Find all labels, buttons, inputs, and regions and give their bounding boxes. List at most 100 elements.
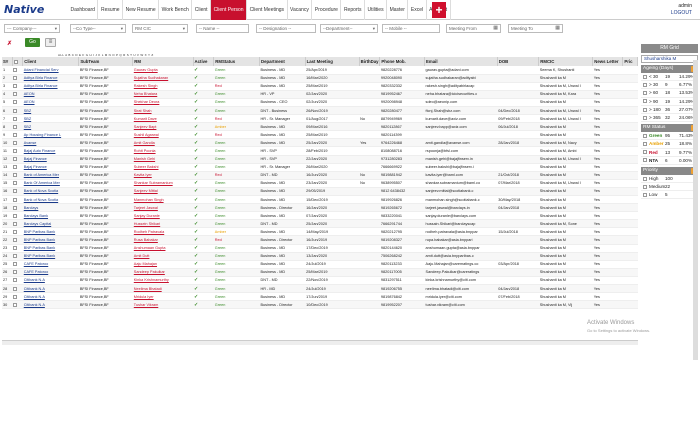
table-row[interactable]: 30 Citibank N.A BFSI Finance,BF Tushar Vikr…	[2, 300, 638, 310]
row-checkbox[interactable]	[13, 173, 18, 178]
rm-link[interactable]: Manish Gehi	[132, 155, 194, 164]
table-row[interactable]: 3 Aditya Birla Finance BFSI Finance,BF Rake…	[2, 82, 638, 91]
rm-link[interactable]: Rusa Babakar	[132, 235, 194, 245]
nav-item-reports[interactable]: Reports	[341, 0, 365, 20]
table-row[interactable]: 9 Ap Housing Finance L BFSI Finance,BF Sush…	[2, 130, 638, 140]
column-header[interactable]: Active	[193, 57, 215, 66]
client-link[interactable]: Bank of Nova Scotia	[22, 195, 79, 205]
rm-link[interactable]: Manmohan Singh	[132, 195, 194, 205]
add-button[interactable]: +	[432, 2, 446, 18]
row-checkbox[interactable]	[13, 262, 18, 267]
column-header[interactable]: Last Meeting	[305, 57, 360, 66]
client-link[interactable]: SBZ	[22, 106, 79, 116]
nav-item-new-resume[interactable]: New Resume	[123, 0, 160, 20]
row-checkbox[interactable]	[13, 189, 18, 194]
table-row[interactable]: 16 Bank of Nova Scotia BFSI Finance,BF Sanj…	[2, 187, 638, 197]
row-checkbox[interactable]	[13, 76, 18, 81]
client-link[interactable]: Barclays Capital	[22, 219, 79, 229]
client-link[interactable]: Bank Of America Mer	[22, 179, 79, 188]
table-row[interactable]: 21 BNP Paribas Bank BFSI Finance,BF Rodheh …	[2, 227, 638, 237]
nav-item-master[interactable]: Master	[387, 0, 409, 20]
table-row[interactable]: 20 Barclays Capital BFSI Finance,BF Hussein…	[2, 219, 638, 229]
column-header[interactable]: RMStatus	[213, 57, 260, 66]
rm-link[interactable]: Sujatha Sudhakaran	[132, 74, 194, 83]
ageing-row[interactable]: > 180 36 27.07%	[641, 106, 698, 114]
rm-link[interactable]: Gaurav Gupta	[132, 66, 194, 75]
rm-link[interactable]: Neelima Bhatadi	[132, 284, 194, 294]
table-row[interactable]: 15 Bank Of America Mer BFSI Finance,BF Shan…	[2, 179, 638, 188]
row-checkbox[interactable]	[13, 197, 18, 202]
meeting-from-input[interactable]: Meeting From ▦	[446, 24, 501, 33]
column-header[interactable]	[12, 57, 24, 66]
rm-link[interactable]: Subeer Bakshi	[132, 163, 194, 172]
priority-checkbox[interactable]	[643, 184, 647, 189]
rm-status-checkbox[interactable]	[643, 142, 647, 147]
client-link[interactable]: AEON	[22, 90, 79, 99]
rm-link[interactable]: Kinka Krishnamurthy	[132, 276, 194, 286]
rm-link[interactable]: Sanjay Duranle	[132, 211, 194, 221]
mobile-input[interactable]: -- Mobile --	[382, 24, 440, 33]
table-row[interactable]: 27 Citibank N.A BFSI Finance,BF Kinka Krish…	[2, 276, 638, 286]
rm-link[interactable]: Rodheh Patravala	[132, 227, 194, 237]
rm-link[interactable]: Tushar Vikram	[132, 300, 194, 310]
client-link[interactable]: BNP Paribas Bank	[22, 252, 79, 261]
horizontal-scrollbar[interactable]	[2, 340, 638, 345]
rm-cic-select[interactable]: RM CIC ▾	[132, 24, 188, 33]
client-link[interactable]: Citibank N.A	[22, 300, 79, 310]
rm-status-checkbox[interactable]	[643, 150, 647, 155]
row-checkbox[interactable]	[13, 92, 18, 97]
ageing-checkbox[interactable]	[643, 115, 647, 120]
designation-input[interactable]: -- Designation --	[256, 24, 316, 33]
column-header[interactable]: Email	[424, 57, 498, 66]
column-header[interactable]: News Letter	[592, 57, 624, 66]
rm-status-row[interactable]: NTA 6 0.00%	[641, 157, 698, 165]
app-logo[interactable]: Native	[4, 3, 44, 16]
table-row[interactable]: 11 Bajaj Auto Finance BFSI Finance,BF Rohit…	[2, 146, 638, 156]
priority-checkbox[interactable]	[643, 176, 647, 181]
table-row[interactable]: 23 BNP Paribas Bank BFSI Finance,BF Anshuma…	[2, 244, 638, 253]
table-row[interactable]: 10 Avanse BFSI Finance,BF Amit Gandla ✓ Green…	[2, 138, 638, 148]
ageing-checkbox[interactable]	[643, 99, 647, 104]
ageing-row[interactable]: > 365 32 24.06%	[641, 114, 698, 123]
row-checkbox[interactable]	[13, 221, 18, 226]
rm-link[interactable]: Sanjeev Bapt	[132, 122, 194, 132]
ageing-checkbox[interactable]	[643, 74, 647, 79]
client-link[interactable]: Barclays Bank	[22, 211, 79, 221]
client-link[interactable]: Bajaj Auto Finance	[22, 146, 79, 156]
rm-link[interactable]: Tarjeet Jaswal	[132, 203, 194, 213]
rm-link[interactable]: Hussein Shikari	[132, 219, 194, 229]
nav-item-client-person[interactable]: Client Person	[211, 0, 248, 20]
rm-status-checkbox[interactable]	[643, 158, 647, 163]
client-link[interactable]: Bajaj Finance	[22, 155, 79, 164]
clear-filter-icon[interactable]: ✗	[7, 40, 12, 47]
table-row[interactable]: 12 Bajaj Finance BFSI Finance,BF Manish Geh…	[2, 155, 638, 164]
row-checkbox[interactable]	[13, 124, 18, 129]
table-row[interactable]: 28 Citibank N.A BFSI Finance,BF Neelima Bha…	[2, 284, 638, 294]
row-checkbox[interactable]	[13, 213, 18, 218]
column-header[interactable]: RMCIC	[538, 57, 594, 66]
client-link[interactable]: CAFE Patoroo	[22, 268, 79, 277]
row-checkbox[interactable]	[13, 254, 18, 259]
client-link[interactable]: CAFE Patoroo	[22, 260, 79, 269]
column-header[interactable]: S#	[2, 57, 13, 66]
row-checkbox[interactable]	[13, 84, 18, 89]
row-checkbox[interactable]	[13, 108, 18, 113]
client-link[interactable]: Bank of Nova Scotia	[22, 187, 79, 197]
rm-link[interactable]: Rakesh Singh	[132, 82, 194, 91]
row-checkbox[interactable]	[13, 286, 18, 291]
row-checkbox[interactable]	[13, 132, 18, 137]
co-type-select[interactable]: --Co Type-- ▾	[70, 24, 126, 33]
rm-status-row[interactable]: Amber 25 18.8%	[641, 140, 698, 149]
table-row[interactable]: 7 SBZ BFSI Finance,BF Kumarit Dave ✓ Red HR - …	[2, 114, 638, 124]
rm-status-row[interactable]: Green 95 71.43%	[641, 132, 698, 141]
nav-item-utilities[interactable]: Utilities	[365, 0, 388, 20]
nav-item-client[interactable]: Client	[192, 0, 212, 20]
row-checkbox[interactable]	[13, 270, 18, 275]
table-row[interactable]: 6 SBZ BFSI Finance,BF Sirat Shah ✓ Green DNT -…	[2, 106, 638, 116]
nav-item-client-meetings[interactable]: Client Meetings	[247, 0, 288, 20]
table-row[interactable]: 14 Bank of America Mer BFSI Finance,BF Kavi…	[2, 171, 638, 180]
table-row[interactable]: 24 BNP Paribas Bank BFSI Finance,BF Amit Du…	[2, 252, 638, 261]
client-link[interactable]: Adani Financial Serv	[22, 66, 79, 75]
row-checkbox[interactable]	[13, 157, 18, 162]
menu-icon[interactable]: ≡	[45, 38, 56, 47]
